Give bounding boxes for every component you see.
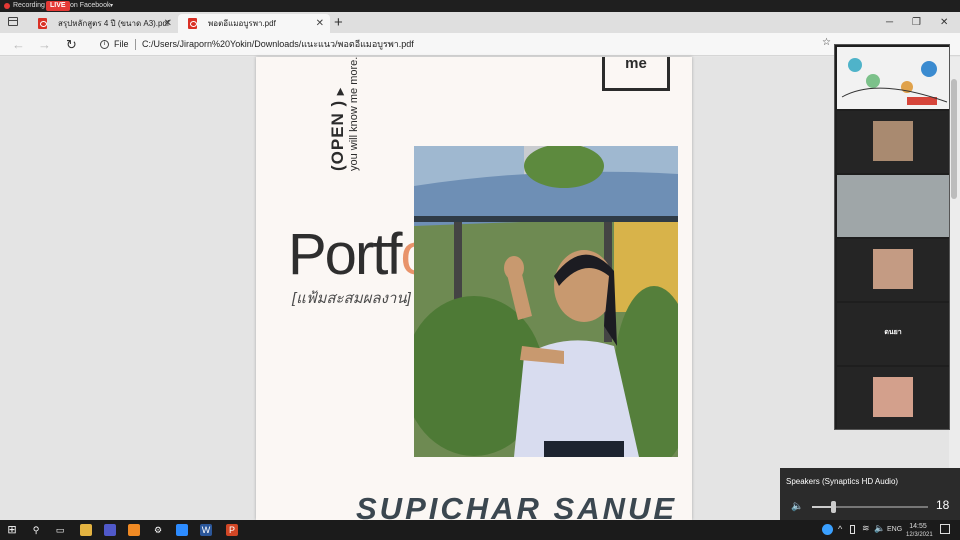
pdf-viewer[interactable]: me (OPEN ) ▶ you will know me more. Port…	[0, 57, 960, 520]
tab-title: สรุปหลักสูตร 4 ปี (ขนาด A3).pdf	[58, 19, 170, 28]
address-bar: ← → ↻ i File C:/Users/Jiraporn%20Yokin/D…	[0, 33, 960, 56]
volume-slider-fill	[812, 506, 833, 508]
live-destination[interactable]: on Facebook	[70, 2, 110, 10]
tab-actions-icon[interactable]	[8, 17, 18, 26]
participant-video	[873, 249, 913, 289]
know-me-text: you will know me more.	[348, 57, 360, 171]
tray-chevron-icon[interactable]: ^	[838, 524, 842, 534]
participant-tile[interactable]	[837, 239, 949, 301]
record-dot-icon	[4, 3, 10, 9]
restore-icon[interactable]: ❐	[912, 14, 921, 31]
zoom-icon[interactable]	[176, 524, 188, 536]
student-name-heading: SUPICHAR SANUE	[356, 491, 678, 520]
favorite-star-icon[interactable]: ☆	[822, 38, 832, 48]
arrow-icon: ▶	[335, 87, 346, 96]
search-icon[interactable]: ⚲	[30, 524, 42, 536]
volume-tray-icon[interactable]: 🔈	[874, 523, 885, 534]
live-badge: LIVE	[46, 1, 70, 11]
settings-gear-icon[interactable]: ⚙	[152, 524, 164, 536]
recording-label: Recording	[13, 2, 45, 9]
back-icon[interactable]: ←	[12, 36, 25, 53]
pdf-icon	[38, 18, 47, 29]
title-dark-part: Portf	[288, 222, 402, 287]
audio-device-label[interactable]: Speakers (Synaptics HD Audio)	[786, 477, 898, 486]
help-icon[interactable]	[822, 524, 833, 535]
scroll-thumb[interactable]	[951, 79, 957, 199]
notification-icon[interactable]	[940, 524, 950, 534]
recording-bar: Recording LIVE on Facebook ▾	[0, 0, 960, 12]
tab-bar: สรุปหลักสูตร 4 ปี (ขนาด A3).pdf ✕ พอตอีแ…	[0, 12, 960, 33]
speaker-icon[interactable]: 🔈	[791, 501, 803, 512]
language-indicator[interactable]: ENG	[887, 526, 902, 533]
meeting-participant-panel[interactable]: ดนยา	[834, 44, 950, 430]
time: 14:55	[909, 523, 927, 530]
new-tab-icon[interactable]: +	[334, 14, 343, 31]
divider	[135, 39, 136, 50]
participant-tile[interactable]	[837, 367, 949, 429]
info-icon[interactable]: i	[100, 40, 109, 49]
volume-slider-thumb[interactable]	[831, 501, 836, 513]
word-icon[interactable]: W	[200, 524, 212, 536]
vlc-icon[interactable]	[128, 524, 140, 536]
participant-tile[interactable]: ดนยา	[837, 303, 949, 365]
chevron-down-icon[interactable]: ▾	[110, 2, 113, 10]
volume-value: 18	[936, 498, 950, 512]
volume-flyout: Speakers (Synaptics HD Audio) 🔈 18	[780, 468, 960, 520]
participant-video	[873, 377, 913, 417]
participant-tile[interactable]	[837, 111, 949, 173]
close-icon[interactable]: ✕	[940, 14, 948, 31]
participant-video	[837, 175, 949, 237]
close-tab-icon[interactable]: ✕	[164, 14, 172, 33]
task-view-icon[interactable]: ▭	[54, 524, 66, 536]
tab-title: พอตอีแมอบูรพา.pdf	[208, 19, 276, 28]
taskbar: ⊞ ⚲ ▭ ⚙ W P ^ ≋ 🔈 ENG 14:55 12/3/2021	[0, 520, 960, 540]
network-icon[interactable]: ≋	[862, 523, 870, 534]
battery-icon[interactable]	[850, 525, 855, 534]
tab-pdf-portfolio[interactable]: พอตอีแมอบูรพา.pdf ✕	[178, 14, 330, 33]
participant-name: ดนยา	[884, 329, 902, 336]
forward-icon[interactable]: →	[38, 36, 51, 53]
participant-video	[873, 121, 913, 161]
url-text[interactable]: C:/Users/Jiraporn%20Yokin/Downloads/แนะแ…	[142, 35, 414, 54]
photo-illustration	[414, 146, 678, 457]
participant-tile[interactable]	[837, 175, 949, 237]
minimize-icon[interactable]: ─	[886, 14, 893, 31]
file-explorer-icon[interactable]	[80, 524, 92, 536]
teams-icon[interactable]	[104, 524, 116, 536]
close-tab-icon[interactable]: ✕	[316, 14, 324, 33]
me-box: me	[602, 57, 670, 91]
reload-icon[interactable]: ↻	[66, 36, 77, 53]
portfolio-subtitle: [แฟ้มสะสมผลงาน]	[292, 290, 411, 307]
url-field[interactable]: i File C:/Users/Jiraporn%20Yokin/Downloa…	[92, 35, 838, 54]
scrollbar[interactable]	[949, 57, 960, 520]
shared-screen-tile[interactable]	[837, 47, 949, 109]
scheme-label: File	[114, 39, 129, 49]
start-windows-icon[interactable]: ⊞	[6, 524, 18, 536]
pdf-page: me (OPEN ) ▶ you will know me more. Port…	[256, 57, 692, 520]
clock[interactable]: 14:55 12/3/2021	[906, 523, 933, 539]
date: 12/3/2021	[906, 532, 933, 538]
tab-pdf-course-summary[interactable]: สรุปหลักสูตร 4 ปี (ขนาด A3).pdf ✕	[28, 14, 178, 33]
doodle-thumbnail	[841, 58, 948, 105]
pdf-icon	[188, 18, 197, 29]
portrait-photo	[414, 146, 678, 457]
open-label: (OPEN )	[328, 99, 347, 171]
powerpoint-icon[interactable]: P	[226, 524, 238, 536]
